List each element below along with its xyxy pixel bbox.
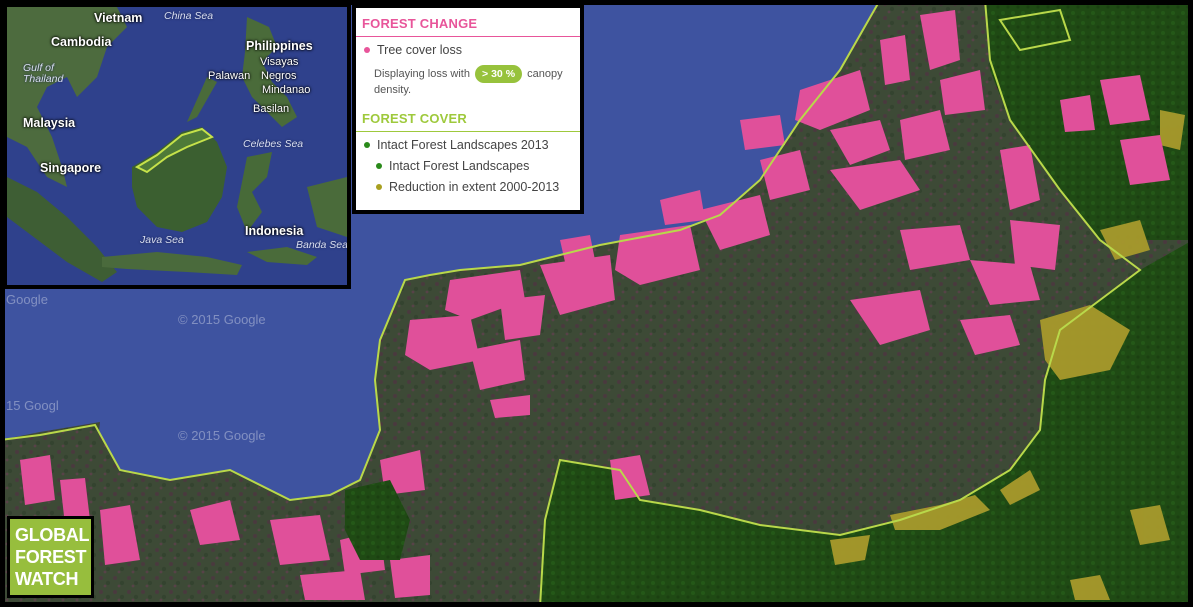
legend-title-forest-cover: FOREST COVER [356,103,580,133]
logo-line-global: GLOBAL [15,525,90,545]
loss-description: Displaying loss with > 30 % canopy densi… [356,57,580,103]
reduction-swatch [376,184,382,191]
label-philippines: Philippines [246,39,313,53]
legend-item-ifl[interactable]: Intact Forest Landscapes [356,152,580,173]
label-indonesia: Indonesia [245,224,304,238]
legend-item-ifl-2013[interactable]: Intact Forest Landscapes 2013 [356,132,580,152]
label-singapore: Singapore [40,161,102,175]
google-watermark: 15 Googl [6,398,59,413]
label-palawan: Palawan [208,70,251,82]
google-watermark: © 2015 Google [178,428,266,443]
loss-desc-prefix: Displaying loss with [374,68,470,80]
label-negros: Negros [261,70,297,82]
logo-line-forest: FOREST [15,547,87,567]
reduction-label: Reduction in extent 2000-2013 [389,180,560,195]
label-visayas: Visayas [260,56,299,68]
label-gulf-of-thailand: Gulf of Thailand [23,62,64,85]
label-malaysia: Malaysia [23,116,76,130]
google-watermark: © 2015 Google [178,312,266,327]
global-forest-watch-logo: GLOBAL FOREST WATCH [7,516,94,598]
canopy-threshold-pill[interactable]: > 30 % [475,65,523,84]
logo-line-watch: WATCH [15,569,79,589]
tree-cover-loss-swatch [364,47,370,53]
ifl-swatch [376,163,382,170]
legend-item-reduction[interactable]: Reduction in extent 2000-2013 [356,173,580,194]
label-celebes-sea: Celebes Sea [243,138,304,150]
label-china-sea: China Sea [164,10,214,22]
ifl-2013-label: Intact Forest Landscapes 2013 [377,138,549,153]
label-java-sea: Java Sea [140,234,184,246]
label-mindanao: Mindanao [262,84,311,96]
label-basilan: Basilan [253,103,290,115]
legend-item-tree-cover-loss[interactable]: Tree cover loss [356,37,580,57]
legend-panel: FOREST CHANGE Tree cover loss Displaying… [352,4,584,214]
inset-map: Vietnam China Sea Cambodia Philippines G… [3,3,351,289]
label-vietnam: Vietnam [94,11,143,25]
ifl-label: Intact Forest Landscapes [389,159,530,174]
legend-title-forest-change: FOREST CHANGE [356,8,580,37]
label-cambodia: Cambodia [51,35,112,49]
google-watermark: Google [6,292,48,307]
tree-cover-loss-label: Tree cover loss [377,43,462,57]
ifl-2013-swatch [364,142,370,149]
label-banda-sea: Banda Sea [296,239,348,251]
